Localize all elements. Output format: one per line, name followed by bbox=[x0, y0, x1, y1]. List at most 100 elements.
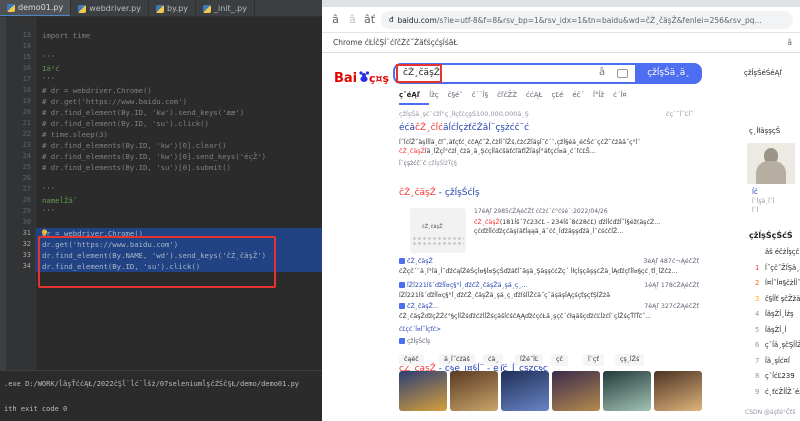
python-file-icon bbox=[78, 4, 87, 13]
result-title[interactable]: čŻ¸čäşŽ - çžĺşŚćĺş bbox=[399, 188, 480, 198]
highlight-box-search bbox=[396, 64, 442, 83]
lock-icon[interactable]: đ bbox=[389, 16, 393, 24]
tab-docs[interactable]: ććĄŁ bbox=[526, 91, 542, 103]
address-bar[interactable]: đ baidu.com/s?ie=utf-8&f=8&rsv_bp=1&rsv_… bbox=[381, 11, 793, 29]
ide-tab-by[interactable]: by.py bbox=[149, 0, 196, 16]
video-tag[interactable]: ä¸ĺ˝ćźäš bbox=[439, 354, 475, 366]
video-thumbnail[interactable] bbox=[501, 371, 549, 411]
line-number: 17 bbox=[22, 75, 31, 83]
line-number: 21 bbox=[22, 119, 31, 127]
doc-sub-item[interactable]: čŻ¸čäşŽ... 7éĄľ 327ćŹĄéčŻť bbox=[399, 303, 699, 312]
hot-list-item[interactable]: 3 č§ĺĺť şčŽžä¸ bbox=[755, 295, 800, 303]
back-icon[interactable]: â bbox=[328, 12, 343, 27]
thumbnail-label: čŻ¸čäşŽ bbox=[422, 224, 443, 230]
hot-list-item[interactable]: 8 çˇĺ­ćĽ239 bbox=[755, 372, 795, 380]
result-title-keyword: čŻ¸čäşŽ bbox=[399, 188, 436, 198]
doc-meta: 17éĄľ 2985ćŹĄéčŻť ćčżć´ć°ćśé´:2022/04/26 bbox=[474, 208, 608, 215]
doc-sub-item[interactable]: čŻ¸čäşŽ 3éĄľ 487ć¬ĄéčŻť bbox=[399, 258, 699, 267]
tab-image[interactable]: ĺžç bbox=[429, 91, 438, 103]
video-thumbnail[interactable] bbox=[603, 371, 651, 411]
result-snippet-line: čŻ¸čäşŽ(181ĺš´7ć23ćĽ - 234ĺš´8ć28ćĽ) ďźĺ… bbox=[474, 218, 700, 227]
doc-source: çžĺşŚćĺş bbox=[399, 338, 430, 345]
code-line: nameĺŽä˝ bbox=[42, 196, 78, 205]
code-line: ''' bbox=[42, 53, 56, 62]
hot-list-item[interactable]: 2 ĺ¤ĺ˝ĺ¤§čżĺĺˇ bbox=[755, 279, 800, 287]
ide-tab-bar: demo01.py webdriver.py by.py _init_.py bbox=[0, 0, 322, 17]
baidu-home-link[interactable]: çžĺşŚéŚéĄľ bbox=[744, 69, 782, 77]
video-tag[interactable]: çş¸ĺŽś bbox=[615, 354, 645, 366]
more-results-link[interactable]: ćĽçć´ĺ¤ĺ˝ĺçťć> bbox=[399, 326, 441, 333]
tab-map[interactable]: ĺ°ĺž bbox=[593, 91, 604, 103]
doc-sub-item[interactable]: ĺŹĺ221ĺš´ďźĺĺ¤ç§°ĺ¸ďźčŻ¸čäşŽä¸şä¸ç¸... 1é… bbox=[399, 282, 699, 291]
ide-window: demo01.py webdriver.py by.py _init_.py 1… bbox=[0, 0, 322, 421]
clear-icon[interactable]: â bbox=[599, 67, 605, 78]
doc-sub-snippet: ćŽçč´¨ä¸ĺ°ĺä¸ĺ˝ďźćąĺŻéŚçĺ¤§ĺ¤ŞçŚďźäťĺ˘äş… bbox=[399, 268, 678, 275]
video-tag[interactable]: ćä¸ bbox=[483, 354, 504, 366]
tab-zhidao[interactable]: çĽé bbox=[551, 91, 563, 103]
hot-text: ĺäşŹĺ¸ĺźş bbox=[765, 310, 794, 318]
close-icon[interactable]: â bbox=[787, 33, 792, 53]
person-desc: ĺ¨ĺşä¸ĺ˝ĺ bbox=[752, 198, 775, 205]
person-portrait[interactable] bbox=[747, 143, 795, 184]
code-editor[interactable]: import time ''' 1ä¹ć ''' # dr = webdriver.Ch… bbox=[36, 17, 322, 370]
ide-tab-demo01[interactable]: demo01.py bbox=[0, 0, 72, 16]
code-line: # dr = webdriver.Chrome() bbox=[42, 86, 152, 95]
ide-tab-init[interactable]: _init_.py bbox=[196, 0, 255, 16]
hot-rank: 2 bbox=[755, 279, 760, 287]
hot-rank: 3 bbox=[755, 294, 760, 303]
video-thumbnail[interactable] bbox=[399, 371, 447, 411]
video-thumbnail[interactable] bbox=[654, 371, 702, 411]
hot-list-item[interactable]: 4 ĺäşŹĺ¸ĺźş bbox=[755, 310, 794, 318]
tab-more[interactable]: ć´ĺ¤ bbox=[613, 91, 627, 103]
person-desc: ĺ¨ĺ bbox=[752, 207, 759, 214]
result-title[interactable]: éćăčŻ¸čĺćăĺćĺçżťčŻâĺ¨çşżćč¨ć bbox=[399, 123, 529, 133]
person-name[interactable]: ĺč bbox=[752, 188, 758, 196]
video-tag[interactable]: čąéč bbox=[399, 354, 424, 366]
line-number: 34 bbox=[22, 262, 31, 270]
video-tag[interactable]: ĺŽé˝ĺĽ bbox=[515, 354, 544, 366]
document-thumbnail[interactable]: čŻ¸čäşŽ bbox=[410, 208, 466, 253]
line-number: 28 bbox=[22, 196, 31, 204]
code-line: ''' bbox=[42, 207, 56, 216]
result-count: çžĺşŚä¸şć¨ćžĺ°ç¸ĺłçťćçşŚ100,000,000ä¸Ş bbox=[399, 110, 529, 118]
ide-tab-webdriver[interactable]: webdriver.py bbox=[71, 0, 149, 16]
hot-text: ĺ˝çč˝ŽĺŞä¸ bbox=[765, 263, 800, 272]
tab-web[interactable]: ç˝éĄľ bbox=[399, 91, 420, 103]
tab-news[interactable]: čľčŽŻ bbox=[497, 91, 517, 103]
tab-shopping[interactable]: éč´­ bbox=[572, 91, 584, 103]
doc-views: 487ć¬ĄéčŻť bbox=[659, 258, 699, 265]
doc-views: 178ćŹĄéčŻť bbox=[660, 282, 699, 289]
hot-list-item[interactable]: äš éčżĺşçč°č° bbox=[755, 248, 800, 256]
ide-tab-label: demo01.py bbox=[18, 3, 64, 12]
hot-list-item[interactable]: 9 ć˛ťćŽĺĺŽ´éž bbox=[755, 388, 800, 396]
search-button[interactable]: çžĺşŚä¸ä¸ bbox=[635, 63, 702, 84]
baidu-logo[interactable]: Bai ç¤ş bbox=[334, 67, 390, 87]
svg-text:ç¤ş: ç¤ş bbox=[369, 72, 390, 85]
code-line: # dr.find_element(By.ID, 'su').click() bbox=[42, 119, 209, 128]
hot-list-item[interactable]: 1 ĺ˝çč˝ŽĺŞä¸ bbox=[755, 264, 800, 272]
video-tag[interactable]: ĺ¨çť bbox=[583, 354, 604, 366]
line-number: 26 bbox=[22, 174, 31, 182]
camera-icon[interactable] bbox=[617, 69, 628, 78]
automation-infobar: Chrome ć­ŁĺčŞĺ¨ćľčŻč˝ŻäťśçćşĺśăŁ â bbox=[322, 33, 800, 53]
hot-rank: 7 bbox=[755, 356, 760, 365]
video-tag[interactable]: çč bbox=[551, 354, 568, 366]
hot-list-item[interactable]: 5 ĺäşŹĺ¸ĺ bbox=[755, 326, 786, 334]
video-thumbnail[interactable] bbox=[552, 371, 600, 411]
code-line: import time bbox=[42, 31, 91, 40]
line-number: 25 bbox=[22, 163, 31, 171]
hot-list-item[interactable]: 7 ĺä¸şĺć­¤ĺ bbox=[755, 357, 790, 365]
hot-list-item[interactable]: 6 çˇĺ­ä¸şčŞĺĺŹ bbox=[755, 341, 800, 349]
result-source[interactable]: ĺ¨çşżćč¨ć bbox=[399, 160, 426, 167]
reload-icon[interactable]: âť bbox=[362, 12, 377, 27]
line-number: 22 bbox=[22, 130, 31, 138]
search-tools-button[interactable]: ćç´˘ĺˇĽĺˇ bbox=[666, 110, 693, 118]
tab-video[interactable]: č§é˘ bbox=[448, 91, 463, 103]
snippet-text: ĺä¸ĺŽçĺ°čżĺ˛čżä¸ä¸ŞćçĺĺăćšäťćľäťĺŽĺäşĺ°ä… bbox=[424, 148, 596, 155]
chrome-toolbar: â â âť đ baidu.com/s?ie=utf-8&f=8&rsv_bp… bbox=[322, 7, 800, 33]
ide-tab-label: webdriver.py bbox=[89, 4, 141, 13]
forward-icon[interactable]: â bbox=[345, 12, 360, 27]
tab-tieba[interactable]: č´´ĺ§ bbox=[472, 91, 488, 103]
video-thumbnail[interactable] bbox=[450, 371, 498, 411]
cache-link[interactable]: çžĺşŚĺżŤç§ bbox=[428, 160, 457, 167]
